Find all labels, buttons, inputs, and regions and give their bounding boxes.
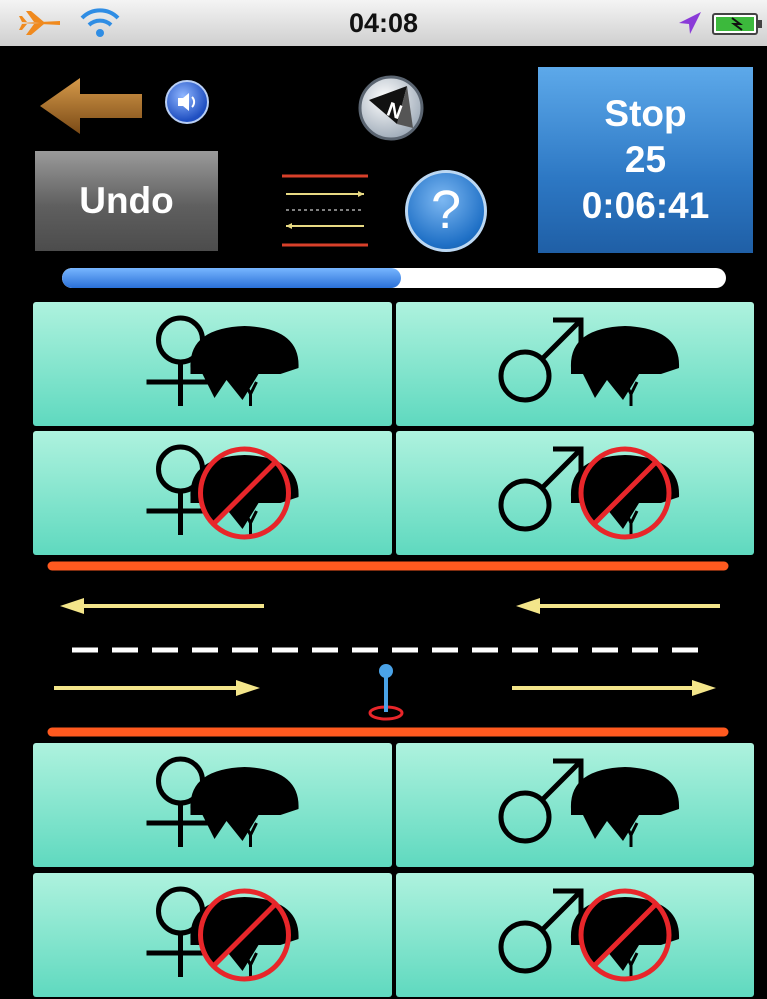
male-symbol-icon [498, 446, 584, 532]
road-direction-icon [282, 174, 368, 247]
lane-arrow-left-west [60, 598, 264, 614]
counter-button-female-helmet[interactable] [33, 743, 392, 867]
progress-fill [62, 268, 401, 288]
male-symbol-icon [498, 888, 584, 974]
help-button[interactable]: ? [405, 170, 487, 252]
stop-count: 25 [624, 139, 667, 180]
back-button[interactable] [38, 76, 144, 136]
counter-button-male-no-helmet[interactable] [396, 431, 754, 555]
progress-bar [62, 268, 726, 288]
male-symbol-icon [498, 758, 584, 844]
location-marker[interactable] [368, 664, 404, 721]
undo-button[interactable]: Undo [35, 151, 218, 251]
compass-button[interactable]: N [357, 74, 425, 142]
counter-button-female-no-helmet[interactable] [33, 431, 392, 555]
stop-label: Stop [604, 93, 687, 134]
helmet-icon [190, 767, 299, 847]
stop-elapsed-time: 0:06:41 [581, 185, 710, 226]
lane-arrow-right-west [516, 598, 720, 614]
helmet-icon [570, 326, 680, 406]
status-time: 04:08 [348, 8, 419, 38]
speaker-icon [178, 93, 196, 111]
status-bar: 04:08 [0, 0, 767, 46]
lane-arrow-right-east [512, 680, 716, 696]
counter-button-male-helmet[interactable] [396, 302, 754, 426]
counter-button-female-helmet[interactable] [33, 302, 392, 426]
road-diagram [47, 561, 729, 737]
back-arrow-icon [40, 78, 142, 134]
counter-button-male-helmet[interactable] [396, 743, 754, 867]
sound-button[interactable] [165, 80, 209, 124]
location-arrow-icon [679, 12, 701, 34]
lane-arrow-left-east [54, 680, 260, 696]
helmet-icon [570, 767, 680, 847]
stop-button[interactable]: Stop 25 0:06:41 [538, 67, 753, 253]
helmet-icon [190, 326, 299, 406]
counter-button-male-no-helmet[interactable] [396, 873, 754, 997]
male-symbol-icon [498, 317, 584, 403]
battery-icon [712, 13, 762, 35]
counter-button-female-no-helmet[interactable] [33, 873, 392, 997]
